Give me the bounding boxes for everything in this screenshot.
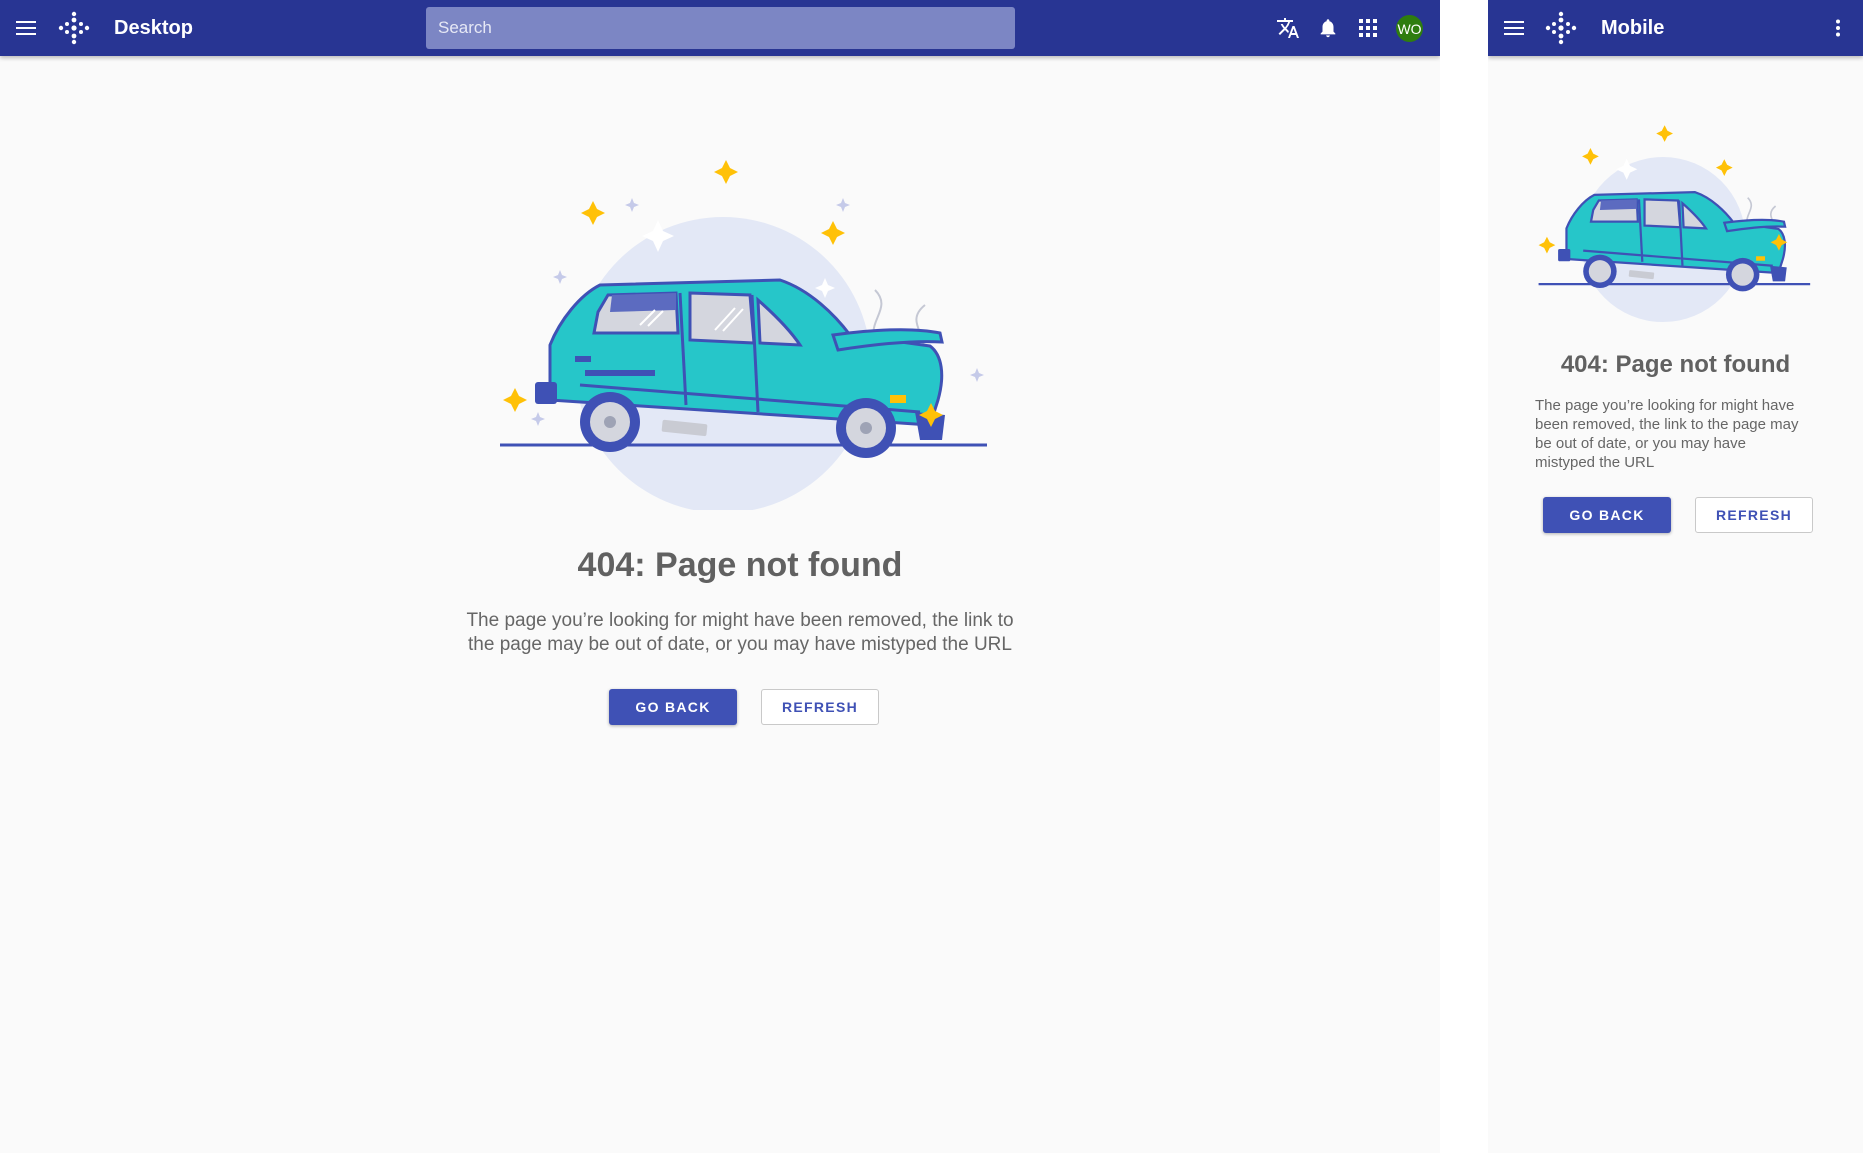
mobile-frame: Mobile 404: Page not found The page you’… <box>1488 0 1863 1153</box>
error-description-line: be out of date, or you may have <box>1535 435 1746 452</box>
logo-icon <box>58 11 90 45</box>
refresh-button[interactable]: REFRESH <box>1695 497 1813 533</box>
user-avatar[interactable]: WO <box>1396 15 1423 42</box>
menu-button[interactable] <box>10 12 42 44</box>
app-title: Desktop <box>114 17 193 39</box>
go-back-button[interactable]: GO BACK <box>1543 497 1671 533</box>
error-title: 404: Page not found <box>577 546 903 584</box>
more-options-button[interactable] <box>1822 12 1854 44</box>
more-vert-icon <box>1836 19 1840 37</box>
menu-icon <box>1504 21 1524 35</box>
error-description: The page you’re looking for might have b… <box>440 609 1040 657</box>
apps-button[interactable] <box>1352 12 1384 44</box>
logo-icon <box>1545 11 1577 45</box>
broken-car-illustration <box>1538 125 1811 323</box>
error-description-line: The page you’re looking for might have b… <box>466 610 1014 631</box>
mobile-app-bar: Mobile <box>1488 0 1863 56</box>
error-description-line: mistyped the URL <box>1535 454 1655 471</box>
translate-button[interactable] <box>1272 12 1304 44</box>
notifications-button[interactable] <box>1312 12 1344 44</box>
search-bar[interactable] <box>426 7 1015 49</box>
desktop-app-bar: Desktop WO <box>0 0 1440 56</box>
desktop-frame: Desktop WO <box>0 0 1440 1153</box>
apps-grid-icon <box>1359 19 1377 37</box>
menu-icon <box>16 21 36 35</box>
error-title: 404: Page not found <box>1560 351 1791 378</box>
search-input[interactable] <box>438 18 1015 38</box>
error-description-line: the page may be out of date, or you may … <box>468 634 1012 655</box>
translate-icon <box>1277 18 1299 38</box>
go-back-button[interactable]: GO BACK <box>609 689 737 725</box>
refresh-button[interactable]: REFRESH <box>761 689 879 725</box>
menu-button[interactable] <box>1498 12 1530 44</box>
error-description: The page you’re looking for might have b… <box>1535 396 1835 472</box>
error-description-line: The page you’re looking for might have <box>1535 397 1795 414</box>
broken-car-illustration <box>500 160 987 510</box>
bell-icon <box>1320 19 1336 38</box>
app-title: Mobile <box>1601 17 1665 39</box>
error-description-line: been removed, the link to the page may <box>1535 416 1799 433</box>
